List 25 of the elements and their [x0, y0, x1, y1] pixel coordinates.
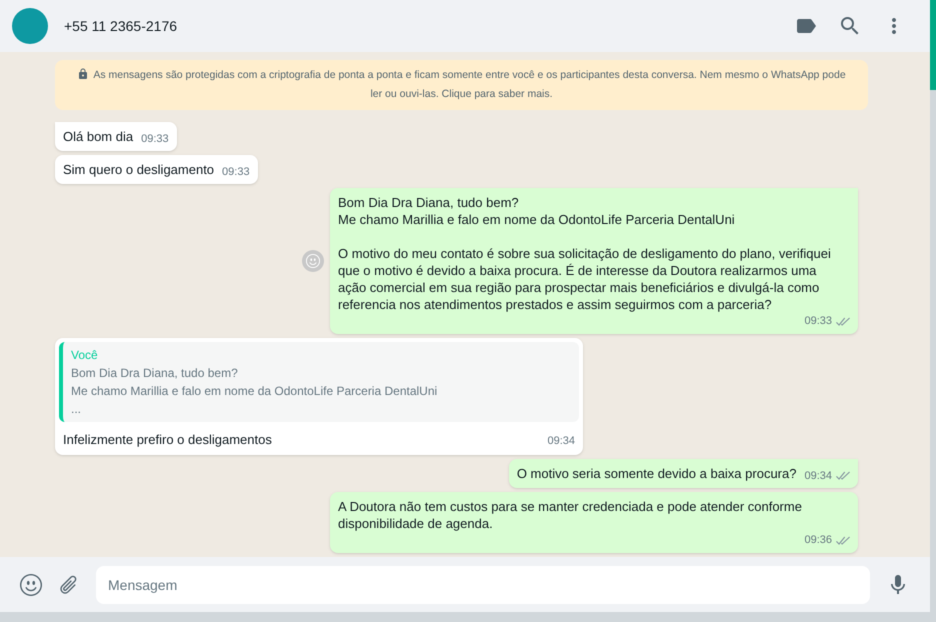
notice-text: As mensagens são protegidas com a criptografia de ponta a ponta e ficam somente entre você e os participantes desta conversa. Nem mesmo o WhatsApp pode ler ou ouvi-las. Clique para saber mais.: [93, 69, 846, 100]
message-time: 09:33: [141, 132, 169, 146]
double-check-icon: [836, 536, 850, 545]
contact-avatar[interactable]: [12, 8, 48, 44]
message-text: O motivo seria somente devido a baixa procura?: [516, 465, 796, 482]
emoji-icon[interactable]: [20, 574, 42, 596]
message-text: Sim quero o desligamento: [63, 161, 214, 178]
message-time: 09:36: [804, 533, 832, 548]
encryption-notice[interactable]: As mensagens são protegidas com a criptografia de ponta a ponta e ficam somente entre você e os participantes desta conversa. Nem mesmo o WhatsApp pode ler ou ouvi-las. Clique para saber mais.: [55, 60, 868, 110]
message-text: A Doutora não tem custos para se manter credenciada e pode atender conforme disponibilidade de agenda.: [338, 498, 803, 532]
message-text: Bom Dia Dra Diana, tudo bem? Me chamo Marillia e falo em nome da OdontoLife Parceria DentalUni O motivo do meu contato é sobre sua solicitação de desligamento do plano, verifiquei que o motivo é devido a baixa procura. É de interesse da Doutora realizarmos uma ação comercial em sua região para prospectar mais beneficiários e divulgá-la como referencia nos atendimentos prestados e assim seguirmos com a parceria?: [338, 194, 832, 313]
message-input[interactable]: Mensagem: [96, 566, 870, 604]
double-check-icon: [836, 316, 850, 326]
lock-icon: [77, 68, 90, 80]
message-time: 09:33: [804, 314, 832, 329]
quoted-message[interactable]: Você Bom Dia Dra Diana, tudo bem? Me chamo Marillia e falo em nome da OdontoLife Parceria DentalUni ...: [59, 342, 579, 422]
double-check-icon: [836, 471, 850, 480]
message-time: 09:34: [804, 468, 832, 484]
message-text: Infelizmente prefiro o desligamentos: [63, 430, 272, 449]
quote-author: Você: [71, 346, 99, 364]
contact-name[interactable]: +55 11 2365-2176: [64, 16, 178, 36]
message-time: 09:34: [547, 434, 575, 448]
quote-text: Bom Dia Dra Diana, tudo bem? Me chamo Marillia e falo em nome da OdontoLife Parceria DentalUni ...: [71, 364, 438, 418]
message-text: Olá bom dia: [63, 128, 134, 145]
message-time: 09:33: [222, 164, 250, 180]
